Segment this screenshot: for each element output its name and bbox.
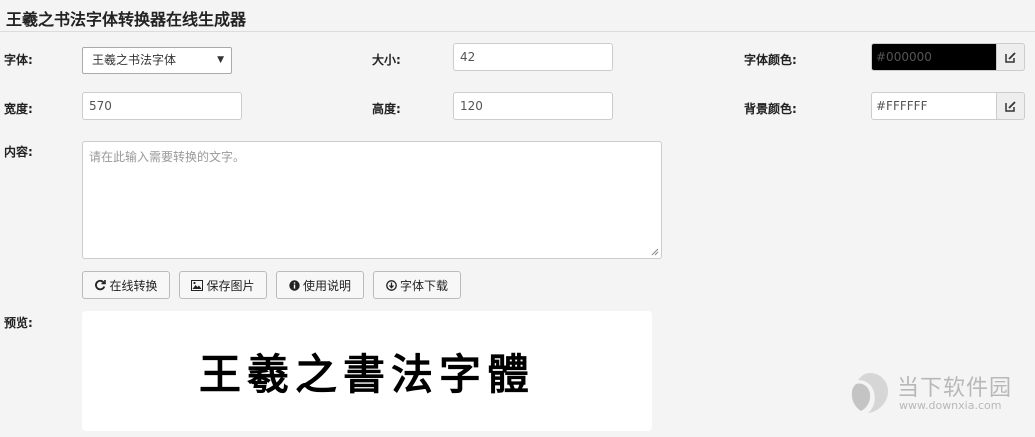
watermark-brand: 当下软件园 — [897, 376, 1013, 401]
height-label: 高度: — [372, 102, 401, 116]
instructions-button-label: 使用说明 — [302, 278, 351, 293]
resize-grip-icon[interactable] — [651, 248, 659, 256]
watermark-url: www.downxia.com — [899, 399, 1002, 412]
font-color-input[interactable]: #000000 — [871, 43, 997, 71]
refresh-icon — [95, 279, 107, 291]
edit-icon — [1005, 52, 1016, 63]
preview-rendered-text: 王羲之書法字體 — [198, 350, 535, 399]
content-textarea[interactable]: 请在此输入需要转换的文字。 — [82, 141, 662, 259]
height-input[interactable]: 120 — [453, 92, 613, 120]
convert-button[interactable]: 在线转换 — [82, 271, 170, 299]
title-divider — [0, 31, 1035, 32]
save-image-button-label: 保存图片 — [206, 278, 255, 293]
image-icon — [191, 279, 204, 291]
bg-color-picker-button[interactable] — [997, 92, 1025, 120]
convert-button-label: 在线转换 — [109, 278, 158, 293]
info-icon — [289, 279, 300, 291]
bg-color-input[interactable]: #FFFFFF — [871, 92, 997, 120]
edit-icon — [1005, 101, 1016, 112]
font-select-value: 王羲之书法字体 — [92, 53, 177, 67]
font-label: 字体: — [4, 53, 33, 67]
save-image-button[interactable]: 保存图片 — [179, 271, 267, 299]
content-placeholder: 请在此输入需要转换的文字。 — [89, 150, 246, 164]
preview-image: 王羲之書法字體 — [82, 311, 652, 431]
watermark-logo-icon — [851, 373, 888, 413]
size-input[interactable]: 42 — [453, 43, 613, 71]
download-icon — [386, 279, 397, 291]
font-select[interactable]: 王羲之书法字体 ▼ — [82, 47, 232, 74]
bg-color-label: 背景颜色: — [744, 102, 797, 116]
size-label: 大小: — [372, 53, 401, 67]
download-font-button-label: 字体下载 — [399, 278, 448, 293]
font-color-picker-button[interactable] — [997, 43, 1025, 71]
preview-label: 预览: — [4, 316, 33, 330]
download-font-button[interactable]: 字体下载 — [373, 271, 461, 299]
instructions-button[interactable]: 使用说明 — [276, 271, 364, 299]
content-label: 内容: — [4, 145, 33, 159]
font-color-label: 字体颜色: — [744, 53, 797, 67]
select-arrow-icon: ▼ — [217, 55, 224, 65]
width-input[interactable]: 570 — [82, 92, 242, 120]
width-label: 宽度: — [4, 102, 33, 116]
page-title: 王羲之书法字体转换器在线生成器 — [6, 10, 247, 29]
